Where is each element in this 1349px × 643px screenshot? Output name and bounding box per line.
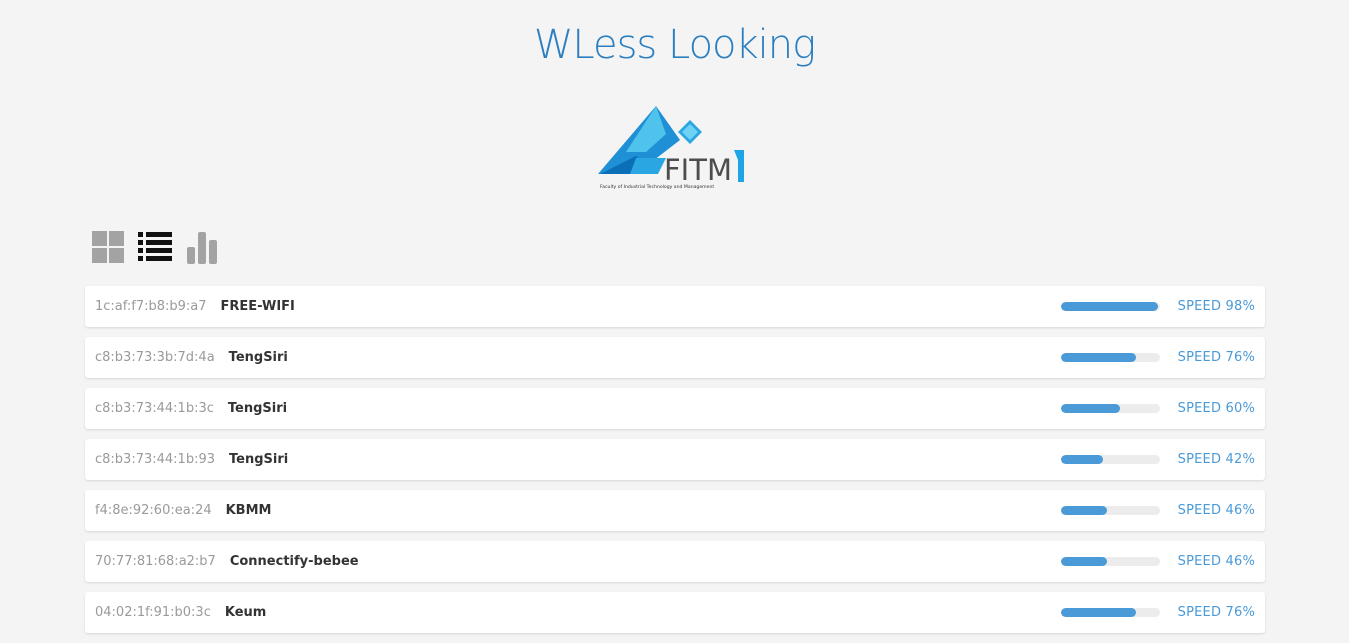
- speed-bar: [1061, 455, 1160, 464]
- bar-chart-view-button[interactable]: [186, 230, 222, 266]
- speed-bar-fill: [1061, 608, 1137, 617]
- network-ssid: Keum: [224, 605, 267, 620]
- speed-label: SPEED 98%: [1177, 299, 1255, 314]
- grid-view-button[interactable]: [91, 230, 127, 266]
- fitm-logo-icon: FITM Faculty of Industrial Technology an…: [598, 106, 744, 190]
- speed-label: SPEED 76%: [1177, 605, 1255, 620]
- speed-bar: [1061, 404, 1160, 413]
- speed-bar-fill: [1061, 353, 1137, 362]
- network-row[interactable]: 04:02:1f:91:b0:3c Keum SPEED 76%: [85, 592, 1265, 633]
- network-mac: c8:b3:73:44:1b:93 TengSiri: [95, 439, 288, 480]
- mac-address: c8:b3:73:3b:7d:4a: [95, 350, 215, 365]
- grid-view-icon: [92, 231, 124, 263]
- network-ssid: KBMM: [225, 503, 272, 518]
- speed-label: SPEED 46%: [1177, 554, 1255, 569]
- list-view-button[interactable]: [138, 230, 174, 266]
- network-mac: f4:8e:92:60:ea:24 KBMM: [95, 490, 271, 531]
- speed-label: SPEED 60%: [1177, 401, 1255, 416]
- network-ssid: FREE-WIFI: [220, 299, 295, 314]
- speed-label: SPEED 46%: [1177, 503, 1255, 518]
- network-ssid: TengSiri: [227, 401, 288, 416]
- network-row[interactable]: f4:8e:92:60:ea:24 KBMM SPEED 46%: [85, 490, 1265, 531]
- network-mac: c8:b3:73:44:1b:3c TengSiri: [95, 388, 287, 429]
- network-row[interactable]: c8:b3:73:44:1b:3c TengSiri SPEED 60%: [85, 388, 1265, 429]
- speed-label: SPEED 42%: [1177, 452, 1255, 467]
- speed-bar-fill: [1061, 557, 1107, 566]
- speed-bar-fill: [1061, 404, 1121, 413]
- speed-bar: [1061, 557, 1160, 566]
- network-ssid: Connectify-bebee: [229, 554, 359, 569]
- speed-bar-fill: [1061, 506, 1107, 515]
- fitm-logo: FITM Faculty of Industrial Technology an…: [596, 104, 748, 192]
- network-list: 1c:af:f7:b8:b9:a7 FREE-WIFI SPEED 98% c8:…: [85, 286, 1265, 643]
- list-view-icon: [138, 232, 172, 261]
- network-row[interactable]: c8:b3:73:3b:7d:4a TengSiri SPEED 76%: [85, 337, 1265, 378]
- speed-bar-fill: [1061, 302, 1159, 311]
- mac-address: 04:02:1f:91:b0:3c: [95, 605, 211, 620]
- network-mac: 1c:af:f7:b8:b9:a7 FREE-WIFI: [95, 286, 295, 327]
- page-title: WLess Looking: [533, 22, 816, 68]
- mac-address: 70:77:81:68:a2:b7: [95, 554, 216, 569]
- network-row[interactable]: 70:77:81:68:a2:b7 Connectify-bebee SPEED …: [85, 541, 1265, 582]
- speed-bar: [1061, 302, 1160, 311]
- bar-chart-view-icon: [187, 232, 217, 264]
- network-ssid: TengSiri: [229, 452, 289, 467]
- network-mac: 04:02:1f:91:b0:3c Keum: [95, 592, 266, 633]
- mac-address: c8:b3:73:44:1b:3c: [95, 401, 214, 416]
- speed-bar-fill: [1061, 455, 1103, 464]
- mac-address: 1c:af:f7:b8:b9:a7: [95, 299, 207, 314]
- network-mac: c8:b3:73:3b:7d:4a TengSiri: [95, 337, 288, 378]
- speed-bar: [1061, 506, 1160, 515]
- network-row[interactable]: 1c:af:f7:b8:b9:a7 FREE-WIFI SPEED 98%: [85, 286, 1265, 327]
- network-ssid: TengSiri: [228, 350, 288, 365]
- logo-wordmark: FITM: [664, 153, 732, 187]
- speed-label: SPEED 76%: [1177, 350, 1255, 365]
- mac-address: f4:8e:92:60:ea:24: [95, 503, 212, 518]
- logo-subtitle: Faculty of Industrial Technology and Man…: [600, 184, 714, 190]
- mac-address: c8:b3:73:44:1b:93: [95, 452, 215, 467]
- network-mac: 70:77:81:68:a2:b7 Connectify-bebee: [95, 541, 359, 582]
- network-row[interactable]: c8:b3:73:44:1b:93 TengSiri SPEED 42%: [85, 439, 1265, 480]
- speed-bar: [1061, 353, 1160, 362]
- speed-bar: [1061, 608, 1160, 617]
